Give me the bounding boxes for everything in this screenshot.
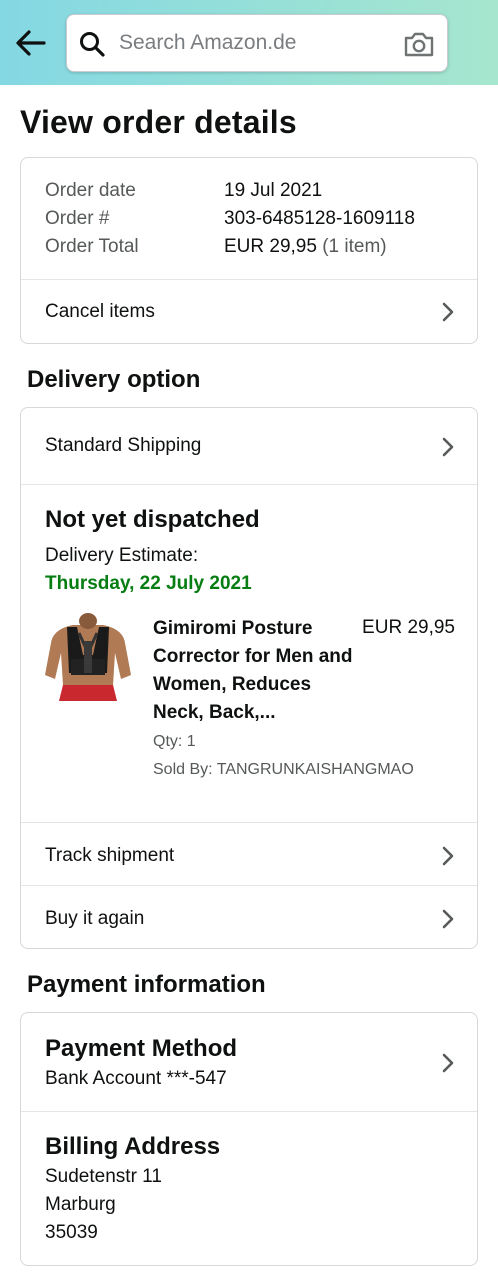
payment-information-heading: Payment information [27, 971, 266, 998]
track-shipment-label: Track shipment [45, 845, 175, 866]
delivery-option-heading: Delivery option [27, 366, 201, 393]
search-icon[interactable] [79, 31, 105, 57]
delivery-estimate-label: Delivery Estimate: [45, 545, 199, 566]
chevron-right-icon [442, 909, 454, 929]
payment-card: Payment Method Bank Account ***-547 Bill… [20, 1012, 478, 1266]
page-title: View order details [20, 104, 297, 140]
delivery-card: Standard Shipping Not yet dispatched Del… [20, 407, 478, 949]
search-input[interactable] [119, 27, 419, 59]
divider [21, 1111, 477, 1112]
order-date-value: 19 Jul 2021 [224, 180, 323, 201]
chevron-right-icon [442, 302, 454, 322]
buy-it-again-row[interactable]: Buy it again [21, 886, 477, 949]
arrow-left-icon[interactable] [14, 28, 48, 58]
billing-address-city: Marburg [45, 1194, 116, 1215]
product-price: EUR 29,95 [362, 617, 455, 638]
payment-method-row[interactable]: Payment Method Bank Account ***-547 [21, 1013, 477, 1111]
camera-icon[interactable] [403, 30, 435, 58]
order-total-amount: EUR 29,95 [224, 236, 317, 257]
standard-shipping-row[interactable]: Standard Shipping [21, 408, 477, 484]
track-shipment-row[interactable]: Track shipment [21, 823, 477, 885]
product-seller: Sold By: TANGRUNKAISHANGMAO [153, 761, 414, 778]
cancel-items-label: Cancel items [45, 301, 155, 322]
order-date-label: Order date [45, 180, 136, 201]
billing-address-postcode: 35039 [45, 1222, 98, 1243]
delivery-estimate-date: Thursday, 22 July 2021 [45, 573, 252, 594]
cancel-items-row[interactable]: Cancel items [21, 280, 477, 344]
product-image[interactable] [43, 613, 133, 703]
order-total-item-count: (1 item) [322, 236, 387, 257]
chevron-right-icon [442, 437, 454, 457]
billing-address-line1: Sudetenstr 11 [45, 1166, 162, 1187]
divider [21, 484, 477, 485]
order-number-value: 303-6485128-1609118 [224, 208, 415, 229]
chevron-right-icon [442, 1053, 454, 1073]
shipping-method-label: Standard Shipping [45, 435, 202, 456]
shipment-status: Not yet dispatched [45, 506, 260, 533]
order-summary-card: Order date 19 Jul 2021 Order # 303-64851… [20, 157, 478, 344]
product-title-link[interactable]: Gimiromi Posture Corrector for Men and W… [153, 615, 353, 727]
chevron-right-icon [442, 846, 454, 866]
order-total-value: EUR 29,95 (1 item) [224, 236, 387, 258]
payment-method-title: Payment Method [45, 1035, 238, 1062]
order-total-label: Order Total [45, 236, 139, 257]
top-navigation-bar [0, 0, 498, 85]
payment-method-value: Bank Account ***-547 [45, 1068, 227, 1089]
billing-address-title: Billing Address [45, 1133, 221, 1160]
order-number-label: Order # [45, 208, 110, 229]
search-bar[interactable] [66, 14, 448, 72]
buy-it-again-label: Buy it again [45, 908, 145, 929]
product-quantity: Qty: 1 [153, 733, 196, 750]
